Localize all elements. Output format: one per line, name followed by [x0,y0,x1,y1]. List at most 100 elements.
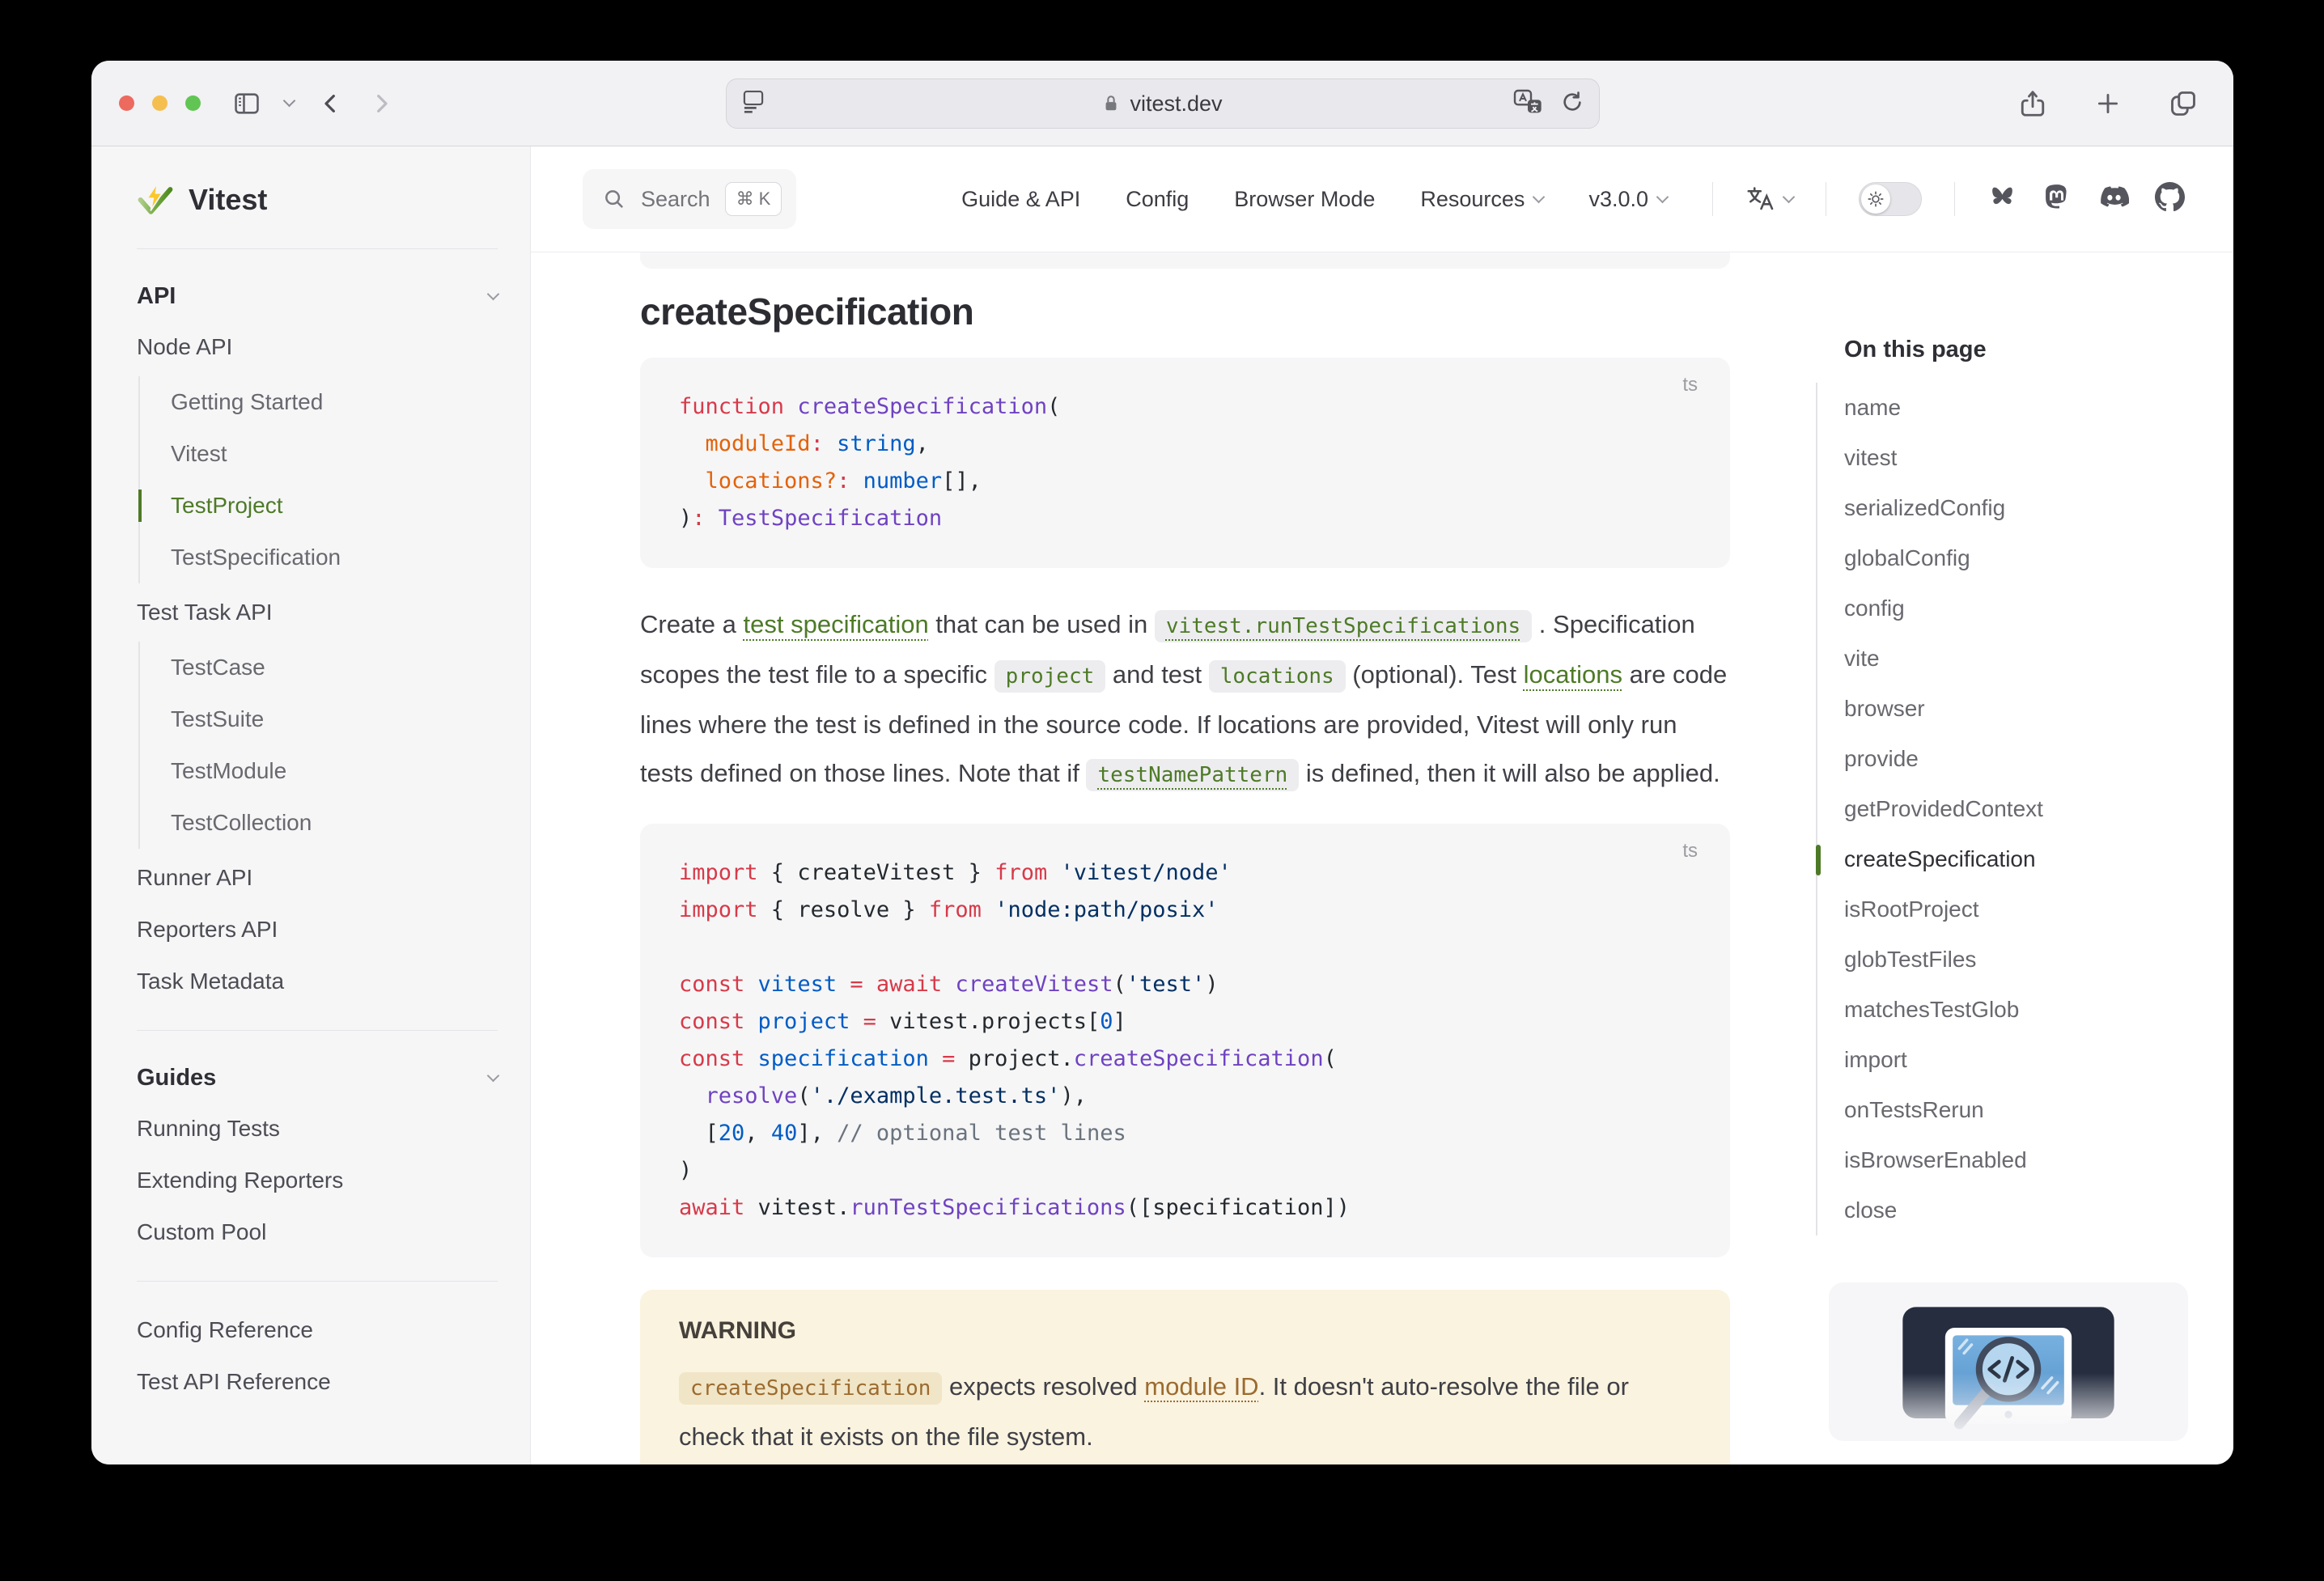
sidebar-item-testproject[interactable]: TestProject [140,480,498,532]
language-icon [1745,184,1775,214]
nav-link-resources[interactable]: Resources [1420,187,1543,212]
sidebar-item-task-metadata[interactable]: Task Metadata [137,956,498,1007]
sidebar-item-node-api[interactable]: Node API [137,321,498,373]
share-icon[interactable] [2018,88,2047,119]
sidebar-item-reporters-api[interactable]: Reporters API [137,904,498,956]
inline-link[interactable]: test specification [744,610,929,638]
zoom-window-button[interactable] [185,95,201,111]
outline-list: namevitestserializedConfigglobalConfigco… [1816,383,2188,1236]
sidebar-item-testcollection[interactable]: TestCollection [140,797,498,849]
outline-item-globalconfig[interactable]: globalConfig [1844,533,2188,583]
sidebar-item-config-reference[interactable]: Config Reference [137,1304,498,1356]
github-link[interactable] [2155,182,2185,216]
sidebar-item-testspecification[interactable]: TestSpecification [140,532,498,583]
inline-link[interactable]: vitest.runTestSpecifications [1155,610,1532,642]
toolbar-actions [2018,61,2198,146]
mastodon-link[interactable] [2043,182,2073,216]
sidebar-item-testsuite[interactable]: TestSuite [140,693,498,745]
back-button[interactable] [318,91,344,117]
outline-item-browser[interactable]: browser [1844,684,2188,734]
search-button[interactable]: Search ⌘ K [583,169,796,229]
outline-item-globtestfiles[interactable]: globTestFiles [1844,935,2188,985]
theme-toggle[interactable] [1859,182,1922,216]
sidebar-divider [137,1030,498,1031]
nav-link-browser-mode[interactable]: Browser Mode [1234,187,1375,212]
browser-toolbar: vitest.dev [91,61,2233,146]
warning-body: createSpecification expects resolved mod… [679,1363,1691,1461]
nav-link-label: Browser Mode [1234,187,1375,212]
outline-item-vitest[interactable]: vitest [1844,433,2188,483]
tab-overview-icon[interactable] [2169,89,2198,118]
clipped-previous-block [640,252,1730,269]
sidebar-group-header-api[interactable]: API [137,272,498,321]
code-lang-label: ts [1682,840,1698,863]
sidebar-item-testcase[interactable]: TestCase [140,642,498,693]
nav-link-label: Config [1126,187,1189,212]
chevron-down-icon[interactable] [283,95,296,108]
code-line: const vitest = await createVitest('test'… [679,966,1691,1003]
inline-link[interactable]: locations [1524,660,1622,689]
code-line: moduleId: string, [679,426,1691,463]
sponsor-card[interactable] [1829,1282,2188,1441]
nav-link-config[interactable]: Config [1126,187,1189,212]
main-column: Search ⌘ K Guide & API Config Browser Mode… [531,146,2233,1464]
outline-item-getprovidedcontext[interactable]: getProvidedContext [1844,784,2188,834]
language-menu[interactable] [1745,184,1793,214]
sidebar-toggle-icon[interactable] [233,90,261,117]
sidebar-item-test-task-api[interactable]: Test Task API [137,587,498,638]
mastodon-icon [2043,182,2073,212]
sidebar-group-title: API [137,283,176,310]
code-line: import { resolve } from 'node:path/posix… [679,892,1691,929]
nav-link-guide-api[interactable]: Guide & API [961,187,1080,212]
nav-link-v3-0-0[interactable]: v3.0.0 [1588,187,1667,212]
search-label: Search [641,187,710,212]
outline-item-isrootproject[interactable]: isRootProject [1844,884,2188,935]
warning-callout: WARNING createSpecification expects reso… [640,1290,1730,1464]
code-line: resolve('./example.test.ts'), [679,1078,1691,1115]
outline-item-close[interactable]: close [1844,1185,2188,1236]
sidebar-divider [137,248,498,249]
minimize-window-button[interactable] [152,95,168,111]
discord-link[interactable] [2099,182,2129,216]
outline-item-provide[interactable]: provide [1844,734,2188,784]
new-tab-icon[interactable] [2094,90,2122,117]
sidebar-group-header-guides[interactable]: Guides [137,1053,498,1103]
inline-code: locations [1209,660,1346,693]
chevron-down-icon [1656,190,1669,203]
outline-item-matchestestglob[interactable]: matchesTestGlob [1844,985,2188,1035]
chevron-down-icon [487,1070,500,1083]
outline-item-createspecification[interactable]: createSpecification [1844,834,2188,884]
inline-link[interactable]: module ID [1144,1372,1258,1401]
bluesky-link[interactable] [1987,182,2017,216]
code-line [679,929,1691,966]
outline-item-import[interactable]: import [1844,1035,2188,1085]
site-logo[interactable]: Vitest [137,174,498,226]
inline-code: createSpecification [679,1372,942,1405]
warning-title: WARNING [679,1317,1691,1345]
outline-item-serializedconfig[interactable]: serializedConfig [1844,483,2188,533]
sidebar-item-runner-api[interactable]: Runner API [137,852,498,904]
code-line: import { createVitest } from 'vitest/nod… [679,854,1691,892]
code-line: ) [679,1152,1691,1189]
nav-link-label: Resources [1420,187,1525,212]
sidebar-item-testmodule[interactable]: TestModule [140,745,498,797]
address-bar[interactable]: vitest.dev [726,78,1600,129]
outline-item-config[interactable]: config [1844,583,2188,634]
sidebar-item-extending-reporters[interactable]: Extending Reporters [137,1155,498,1206]
sidebar-subgroup: Getting StartedVitestTestProjectTestSpec… [138,376,498,583]
outline-item-name[interactable]: name [1844,383,2188,433]
outline-item-ontestsrerun[interactable]: onTestsRerun [1844,1085,2188,1135]
sidebar-item-custom-pool[interactable]: Custom Pool [137,1206,498,1258]
sidebar-item-vitest[interactable]: Vitest [140,428,498,480]
outline-aside: On this page namevitestserializedConfigg… [1787,252,2233,1464]
sidebar-item-getting-started[interactable]: Getting Started [140,376,498,428]
outline-item-vite[interactable]: vite [1844,634,2188,684]
discord-icon [2099,182,2129,212]
close-window-button[interactable] [119,95,134,111]
sidebar-item-running-tests[interactable]: Running Tests [137,1103,498,1155]
forward-button[interactable] [368,91,394,117]
inline-link[interactable]: testNamePattern [1086,759,1299,791]
outline-item-isbrowserenabled[interactable]: isBrowserEnabled [1844,1135,2188,1185]
code-line: const specification = project.createSpec… [679,1041,1691,1078]
sidebar-item-test-api-reference[interactable]: Test API Reference [137,1356,498,1408]
